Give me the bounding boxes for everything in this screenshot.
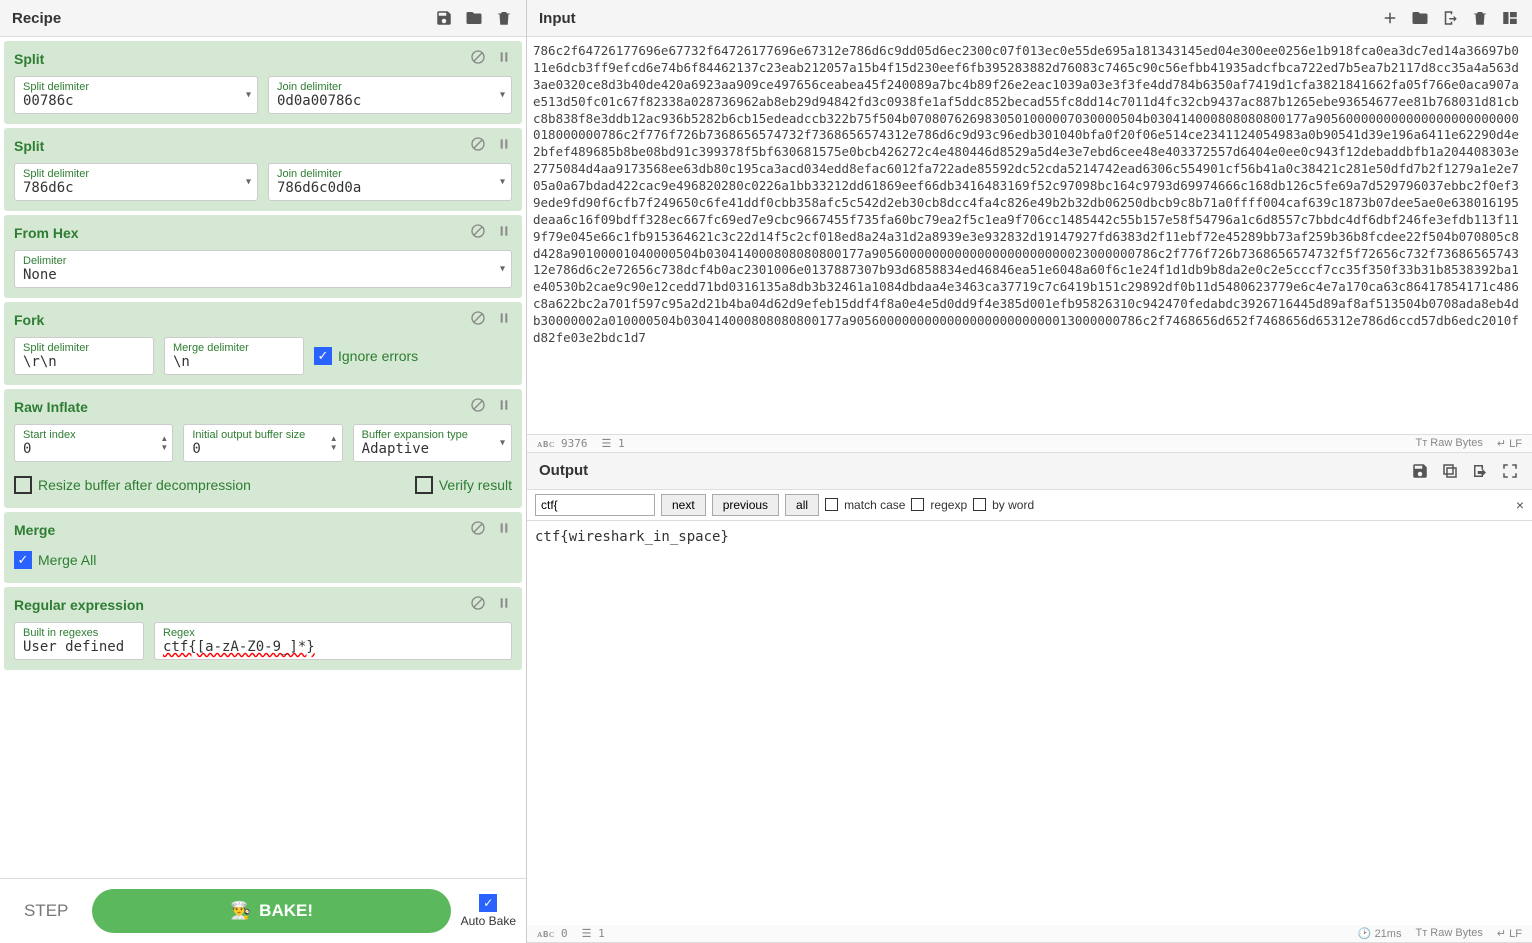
disable-icon[interactable]	[470, 223, 486, 242]
chevron-down-icon[interactable]: ▾	[500, 177, 505, 188]
pause-icon[interactable]	[496, 136, 512, 155]
checkbox-checked-icon: ✓	[314, 347, 332, 365]
next-button[interactable]: next	[661, 494, 706, 516]
merge-all-check[interactable]: ✓ Merge All	[14, 551, 96, 569]
recipe-title: Recipe	[12, 10, 61, 27]
disable-icon[interactable]	[470, 310, 486, 329]
output-text[interactable]: ctf{wireshark_in_space}	[527, 521, 1532, 925]
input-title: Input	[539, 10, 576, 27]
checkbox-unchecked-icon	[14, 476, 32, 494]
add-icon[interactable]	[1380, 8, 1400, 28]
output-buffer-field[interactable]: Initial output buffer size 0 ▲▼	[183, 424, 342, 462]
disable-icon[interactable]	[470, 136, 486, 155]
input-header: Input	[527, 0, 1532, 37]
op-fork: Fork Split delimiter \r\n Merge delimite…	[4, 302, 522, 385]
op-from-hex: From Hex Delimiter None ▾	[4, 215, 522, 298]
by-word-check[interactable]	[973, 498, 986, 511]
output-header: Output	[527, 453, 1532, 490]
chevron-down-icon[interactable]: ▾	[500, 264, 505, 275]
encoding-indicator[interactable]: Tᴛ Raw Bytes	[1415, 437, 1482, 450]
pause-icon[interactable]	[496, 595, 512, 614]
recipe-header: Recipe	[0, 0, 526, 37]
step-button[interactable]: STEP	[10, 891, 82, 931]
ignore-errors-check[interactable]: ✓ Ignore errors	[314, 341, 512, 371]
fullscreen-icon[interactable]	[1500, 461, 1520, 481]
checkbox-checked-icon: ✓	[479, 894, 497, 912]
previous-button[interactable]: previous	[712, 494, 779, 516]
output-search: next previous all match case regexp by w…	[527, 490, 1532, 521]
layout-icon[interactable]	[1500, 8, 1520, 28]
split-delimiter-field[interactable]: Split delimiter 786d6c ▾	[14, 163, 258, 201]
verify-result-check[interactable]: Verify result	[415, 476, 512, 494]
autobake-toggle[interactable]: ✓ Auto Bake	[461, 894, 516, 928]
output-title: Output	[539, 462, 588, 479]
chevron-down-icon[interactable]: ▾	[246, 177, 251, 188]
op-split-2: Split Split delimiter 786d6c ▾ Join deli…	[4, 128, 522, 211]
chef-icon: 👨‍🍳	[230, 901, 251, 921]
op-regex: Regular expression Built in regexes User…	[4, 587, 522, 670]
fork-split-field[interactable]: Split delimiter \r\n	[14, 337, 154, 375]
pause-icon[interactable]	[496, 310, 512, 329]
spinner-icon[interactable]: ▲▼	[330, 434, 338, 452]
output-status: ᴀʙᴄ 0 ☰ 1 🕑 21ms Tᴛ Raw Bytes ↵ LF	[527, 925, 1532, 943]
input-status: ᴀʙᴄ 9376 ☰ 1 Tᴛ Raw Bytes ↵ LF	[527, 435, 1532, 453]
chevron-down-icon[interactable]: ▾	[246, 90, 251, 101]
close-icon[interactable]: ×	[1516, 497, 1524, 513]
builtin-regex-field[interactable]: Built in regexes User defined	[14, 622, 144, 660]
recipe-body: Split Split delimiter 00786c ▾ Join deli…	[0, 37, 526, 878]
disable-icon[interactable]	[470, 595, 486, 614]
regex-field[interactable]: Regex ctf{[a-zA-Z0-9_]*}	[154, 622, 512, 660]
op-raw-inflate: Raw Inflate Start index 0 ▲▼ Initial out…	[4, 389, 522, 508]
move-to-input-icon[interactable]	[1470, 461, 1490, 481]
search-input[interactable]	[535, 494, 655, 516]
disable-icon[interactable]	[470, 49, 486, 68]
pause-icon[interactable]	[496, 520, 512, 539]
spinner-icon[interactable]: ▲▼	[160, 434, 168, 452]
split-delimiter-field[interactable]: Split delimiter 00786c ▾	[14, 76, 258, 114]
chevron-down-icon[interactable]: ▾	[500, 90, 505, 101]
save-output-icon[interactable]	[1410, 461, 1430, 481]
eol-indicator[interactable]: ↵ LF	[1497, 437, 1522, 450]
resize-buffer-check[interactable]: Resize buffer after decompression	[14, 476, 251, 494]
checkbox-checked-icon: ✓	[14, 551, 32, 569]
match-case-check[interactable]	[825, 498, 838, 511]
join-delimiter-field[interactable]: Join delimiter 0d0a00786c ▾	[268, 76, 512, 114]
input-text[interactable]: 786c2f64726177696e67732f64726177696e6731…	[527, 37, 1532, 435]
pause-icon[interactable]	[496, 223, 512, 242]
pause-icon[interactable]	[496, 397, 512, 416]
eol-indicator[interactable]: ↵ LF	[1497, 927, 1522, 940]
op-split-1: Split Split delimiter 00786c ▾ Join deli…	[4, 41, 522, 124]
time-indicator: 🕑 21ms	[1358, 927, 1402, 940]
all-button[interactable]: all	[785, 494, 819, 516]
checkbox-unchecked-icon	[415, 476, 433, 494]
folder-icon[interactable]	[464, 8, 484, 28]
trash-icon[interactable]	[494, 8, 514, 28]
buffer-expansion-field[interactable]: Buffer expansion type Adaptive ▾	[353, 424, 512, 462]
op-merge: Merge ✓ Merge All	[4, 512, 522, 583]
save-icon[interactable]	[434, 8, 454, 28]
pause-icon[interactable]	[496, 49, 512, 68]
chevron-down-icon[interactable]: ▾	[500, 438, 505, 449]
regexp-check[interactable]	[911, 498, 924, 511]
open-folder-icon[interactable]	[1410, 8, 1430, 28]
fork-merge-field[interactable]: Merge delimiter \n	[164, 337, 304, 375]
bake-button[interactable]: 👨‍🍳 BAKE!	[92, 889, 450, 933]
start-index-field[interactable]: Start index 0 ▲▼	[14, 424, 173, 462]
disable-icon[interactable]	[470, 520, 486, 539]
import-icon[interactable]	[1440, 8, 1460, 28]
copy-icon[interactable]	[1440, 461, 1460, 481]
trash-icon[interactable]	[1470, 8, 1490, 28]
join-delimiter-field[interactable]: Join delimiter 786d6c0d0a ▾	[268, 163, 512, 201]
encoding-indicator[interactable]: Tᴛ Raw Bytes	[1415, 927, 1482, 940]
recipe-footer: STEP 👨‍🍳 BAKE! ✓ Auto Bake	[0, 878, 526, 943]
disable-icon[interactable]	[470, 397, 486, 416]
delimiter-field[interactable]: Delimiter None ▾	[14, 250, 512, 288]
